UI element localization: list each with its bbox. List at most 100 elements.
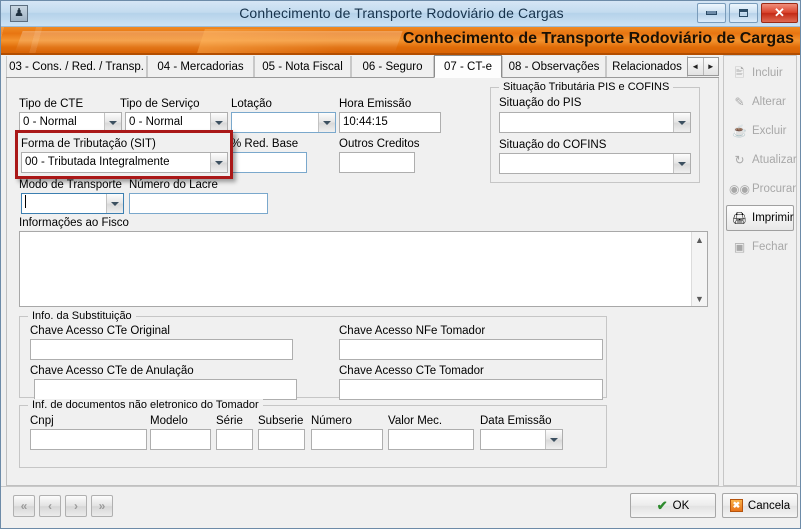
chave-nfe-tomador-input[interactable] [339, 339, 603, 360]
numero-input[interactable] [311, 429, 383, 450]
chave-cte-original-input[interactable] [30, 339, 293, 360]
situacao-pis-value [499, 112, 691, 133]
alterar-button[interactable]: ✎ Alterar [726, 89, 794, 115]
chevron-down-icon[interactable] [673, 113, 690, 132]
subserie-input[interactable] [258, 429, 305, 450]
window-title: Conhecimento de Transporte Rodoviário de… [239, 5, 564, 21]
forma-tributacao-combo[interactable]: 00 - Tributada Integralmente [21, 152, 228, 173]
chevron-down-icon[interactable] [673, 154, 690, 173]
tipo-servico-combo[interactable]: 0 - Normal [125, 112, 228, 133]
tab-07-cte[interactable]: 07 - CT-e [434, 55, 502, 78]
numero-lacre-input[interactable] [129, 193, 268, 214]
tab-relacionados[interactable]: Relacionados [606, 56, 688, 77]
label-tipo-cte: Tipo de CTE [19, 98, 84, 110]
doc-nao-eletronico-group: Inf. de documentos não eletronico do Tom… [19, 399, 607, 468]
pis-cofins-group-title: Situação Tributária PIS e COFINS [499, 81, 674, 93]
minimize-button[interactable] [697, 3, 726, 23]
label-subserie: Subserie [258, 415, 304, 427]
tab-04-mercadorias[interactable]: 04 - Mercadorias [147, 56, 254, 77]
valor-mec-input[interactable] [388, 429, 474, 450]
label-red-base: % Red. Base [231, 138, 299, 150]
informacoes-fisco-textarea[interactable]: ▲ ▼ [19, 231, 708, 307]
chevron-down-icon[interactable] [318, 113, 335, 132]
lotacao-combo[interactable] [231, 112, 336, 133]
close-door-icon: ▣ [733, 240, 746, 254]
footer-bar: « ‹ › » ✔ OK ✖ Cancela [1, 486, 800, 528]
tab-03-cons-red-transp[interactable]: 03 - Cons. / Red. / Transp. [6, 56, 147, 77]
outros-creditos-input[interactable] [339, 152, 415, 173]
cnpj-input[interactable] [30, 429, 147, 450]
application-window: ♟ Conhecimento de Transporte Rodoviário … [0, 0, 801, 529]
ok-button[interactable]: ✔ OK [630, 493, 716, 518]
tab-scroll-right-button[interactable]: ► [703, 58, 718, 75]
incluir-button-label: Incluir [752, 67, 783, 79]
fechar-button[interactable]: ▣ Fechar [726, 234, 794, 260]
label-informacoes-fisco: Informações ao Fisco [19, 217, 129, 229]
procurar-button[interactable]: ◉◉ Procurar [726, 176, 796, 202]
label-outros-creditos: Outros Creditos [339, 138, 420, 150]
label-chave-nfe-tomador: Chave Acesso NFe Tomador [339, 325, 486, 337]
label-chave-cte-tomador: Chave Acesso CTe Tomador [339, 365, 484, 377]
scroll-up-icon[interactable]: ▲ [692, 232, 707, 247]
atualizar-button-label: Atualizar [752, 154, 797, 166]
nav-first-button[interactable]: « [13, 495, 35, 517]
incluir-button[interactable]: 🖹 Incluir [726, 60, 794, 86]
situacao-cofins-value [499, 153, 691, 174]
tab-08-observacoes[interactable]: 08 - Observações [502, 56, 606, 77]
binoculars-icon: ◉◉ [729, 182, 750, 196]
label-serie: Série [216, 415, 243, 427]
label-chave-cte-original: Chave Acesso CTe Original [30, 325, 170, 337]
tab-06-seguro[interactable]: 06 - Seguro [351, 56, 434, 77]
close-button[interactable]: ✕ [761, 3, 798, 23]
pis-cofins-group: Situação Tributária PIS e COFINS Situaçã… [490, 81, 700, 183]
label-data-emissao: Data Emissão [480, 415, 552, 427]
imprimir-button[interactable]: 🖨 Imprimir [726, 205, 794, 231]
informacoes-fisco-scrollbar[interactable]: ▲ ▼ [691, 232, 707, 306]
label-valor-mec: Valor Mec. [388, 415, 443, 427]
maximize-button[interactable] [729, 3, 758, 23]
red-base-input[interactable] [231, 152, 307, 173]
label-hora-emissao: Hora Emissão [339, 98, 412, 110]
alterar-button-label: Alterar [752, 96, 786, 108]
situacao-cofins-combo[interactable] [499, 153, 691, 174]
scroll-down-icon[interactable]: ▼ [692, 291, 707, 306]
tab-strip: 03 - Cons. / Red. / Transp. 04 - Mercado… [6, 55, 719, 78]
chevron-down-icon[interactable] [210, 153, 227, 172]
nav-last-button[interactable]: » [91, 495, 113, 517]
modelo-input[interactable] [150, 429, 211, 450]
hora-emissao-input[interactable]: 10:44:15 [339, 112, 441, 133]
label-situacao-pis: Situação do PIS [499, 97, 582, 109]
title-bar: ♟ Conhecimento de Transporte Rodoviário … [1, 1, 800, 27]
tab-scroll-left-button[interactable]: ◄ [688, 58, 704, 75]
data-emissao-combo[interactable] [480, 429, 563, 450]
tab-05-nota-fiscal[interactable]: 05 - Nota Fiscal [254, 56, 351, 77]
situacao-pis-combo[interactable] [499, 112, 691, 133]
label-numero: Número [311, 415, 352, 427]
serie-input[interactable] [216, 429, 253, 450]
modo-transporte-combo[interactable] [21, 193, 124, 214]
atualizar-button[interactable]: ↻ Atualizar [726, 147, 797, 173]
cancel-button[interactable]: ✖ Cancela [722, 493, 798, 518]
chevron-down-icon[interactable] [545, 430, 562, 449]
excluir-button[interactable]: ☕ Excluir [726, 118, 794, 144]
label-modelo: Modelo [150, 415, 188, 427]
tab-content-panel: Tipo de CTE Tipo de Serviço Lotação Hora… [6, 78, 719, 486]
chevron-down-icon[interactable] [104, 113, 121, 132]
tipo-cte-combo[interactable]: 0 - Normal [19, 112, 122, 133]
forma-tributacao-value: 00 - Tributada Integralmente [21, 152, 228, 173]
trash-can-icon: ☕ [732, 124, 747, 138]
label-forma-tributacao: Forma de Tributação (SIT) [21, 138, 156, 150]
doc-nao-eletronico-group-title: Inf. de documentos não eletronico do Tom… [28, 399, 263, 411]
chave-cte-anulacao-input[interactable] [34, 379, 297, 400]
edit-pencil-icon: ✎ [734, 95, 745, 109]
refresh-icon: ↻ [734, 153, 745, 167]
substituicao-group-title: Info. da Substituição [28, 310, 136, 322]
chevron-down-icon[interactable] [106, 194, 123, 213]
nav-next-button[interactable]: › [65, 495, 87, 517]
new-document-icon: 🖹 [734, 66, 745, 80]
chevron-down-icon[interactable] [210, 113, 227, 132]
label-modo-transporte: Modo de Transporte [19, 179, 122, 191]
cancel-x-icon: ✖ [729, 499, 743, 512]
nav-previous-button[interactable]: ‹ [39, 495, 61, 517]
chave-cte-tomador-input[interactable] [339, 379, 603, 400]
